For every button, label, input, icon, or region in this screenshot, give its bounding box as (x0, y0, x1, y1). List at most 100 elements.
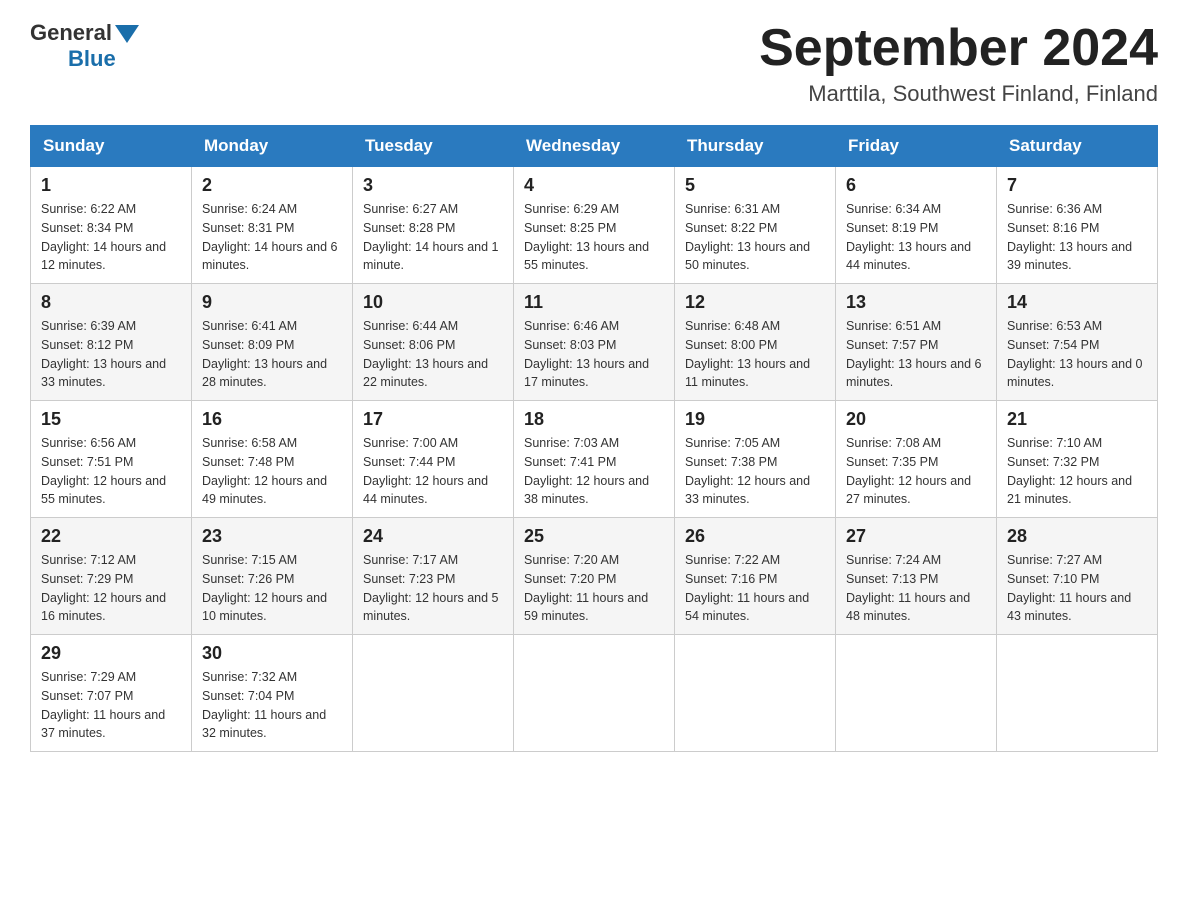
day-info: Sunrise: 6:48 AM Sunset: 8:00 PM Dayligh… (685, 317, 825, 392)
day-number: 4 (524, 175, 664, 196)
day-info: Sunrise: 7:03 AM Sunset: 7:41 PM Dayligh… (524, 434, 664, 509)
location-subtitle: Marttila, Southwest Finland, Finland (759, 81, 1158, 107)
day-number: 19 (685, 409, 825, 430)
calendar-cell: 8 Sunrise: 6:39 AM Sunset: 8:12 PM Dayli… (31, 284, 192, 401)
calendar-cell: 2 Sunrise: 6:24 AM Sunset: 8:31 PM Dayli… (192, 167, 353, 284)
day-info: Sunrise: 6:46 AM Sunset: 8:03 PM Dayligh… (524, 317, 664, 392)
day-number: 7 (1007, 175, 1147, 196)
day-number: 3 (363, 175, 503, 196)
day-number: 23 (202, 526, 342, 547)
day-info: Sunrise: 7:08 AM Sunset: 7:35 PM Dayligh… (846, 434, 986, 509)
col-monday: Monday (192, 126, 353, 167)
day-number: 5 (685, 175, 825, 196)
calendar-cell: 1 Sunrise: 6:22 AM Sunset: 8:34 PM Dayli… (31, 167, 192, 284)
day-number: 28 (1007, 526, 1147, 547)
col-tuesday: Tuesday (353, 126, 514, 167)
calendar-cell: 18 Sunrise: 7:03 AM Sunset: 7:41 PM Dayl… (514, 401, 675, 518)
day-number: 27 (846, 526, 986, 547)
month-year-title: September 2024 (759, 20, 1158, 77)
calendar-cell: 28 Sunrise: 7:27 AM Sunset: 7:10 PM Dayl… (997, 518, 1158, 635)
day-number: 26 (685, 526, 825, 547)
calendar-cell: 12 Sunrise: 6:48 AM Sunset: 8:00 PM Dayl… (675, 284, 836, 401)
day-info: Sunrise: 7:05 AM Sunset: 7:38 PM Dayligh… (685, 434, 825, 509)
calendar-cell (675, 635, 836, 752)
calendar-cell: 9 Sunrise: 6:41 AM Sunset: 8:09 PM Dayli… (192, 284, 353, 401)
day-number: 24 (363, 526, 503, 547)
calendar-cell: 13 Sunrise: 6:51 AM Sunset: 7:57 PM Dayl… (836, 284, 997, 401)
day-number: 21 (1007, 409, 1147, 430)
day-info: Sunrise: 6:44 AM Sunset: 8:06 PM Dayligh… (363, 317, 503, 392)
day-info: Sunrise: 7:32 AM Sunset: 7:04 PM Dayligh… (202, 668, 342, 743)
calendar-cell (353, 635, 514, 752)
day-info: Sunrise: 6:22 AM Sunset: 8:34 PM Dayligh… (41, 200, 181, 275)
day-info: Sunrise: 7:15 AM Sunset: 7:26 PM Dayligh… (202, 551, 342, 626)
logo-text: General (30, 20, 139, 46)
day-info: Sunrise: 7:24 AM Sunset: 7:13 PM Dayligh… (846, 551, 986, 626)
calendar-cell: 11 Sunrise: 6:46 AM Sunset: 8:03 PM Dayl… (514, 284, 675, 401)
calendar-cell: 25 Sunrise: 7:20 AM Sunset: 7:20 PM Dayl… (514, 518, 675, 635)
day-number: 6 (846, 175, 986, 196)
day-number: 22 (41, 526, 181, 547)
day-info: Sunrise: 6:56 AM Sunset: 7:51 PM Dayligh… (41, 434, 181, 509)
calendar-cell: 20 Sunrise: 7:08 AM Sunset: 7:35 PM Dayl… (836, 401, 997, 518)
day-info: Sunrise: 6:29 AM Sunset: 8:25 PM Dayligh… (524, 200, 664, 275)
calendar-cell: 15 Sunrise: 6:56 AM Sunset: 7:51 PM Dayl… (31, 401, 192, 518)
day-number: 29 (41, 643, 181, 664)
day-number: 13 (846, 292, 986, 313)
day-info: Sunrise: 7:22 AM Sunset: 7:16 PM Dayligh… (685, 551, 825, 626)
calendar-cell (997, 635, 1158, 752)
logo: General Blue (30, 20, 139, 72)
day-info: Sunrise: 7:10 AM Sunset: 7:32 PM Dayligh… (1007, 434, 1147, 509)
day-number: 14 (1007, 292, 1147, 313)
day-number: 20 (846, 409, 986, 430)
calendar-cell: 22 Sunrise: 7:12 AM Sunset: 7:29 PM Dayl… (31, 518, 192, 635)
calendar-cell (836, 635, 997, 752)
calendar-cell: 24 Sunrise: 7:17 AM Sunset: 7:23 PM Dayl… (353, 518, 514, 635)
day-info: Sunrise: 7:17 AM Sunset: 7:23 PM Dayligh… (363, 551, 503, 626)
day-info: Sunrise: 6:27 AM Sunset: 8:28 PM Dayligh… (363, 200, 503, 275)
day-number: 15 (41, 409, 181, 430)
week-row-5: 29 Sunrise: 7:29 AM Sunset: 7:07 PM Dayl… (31, 635, 1158, 752)
day-number: 2 (202, 175, 342, 196)
col-saturday: Saturday (997, 126, 1158, 167)
day-number: 25 (524, 526, 664, 547)
day-number: 18 (524, 409, 664, 430)
day-number: 30 (202, 643, 342, 664)
day-info: Sunrise: 6:53 AM Sunset: 7:54 PM Dayligh… (1007, 317, 1147, 392)
day-info: Sunrise: 6:34 AM Sunset: 8:19 PM Dayligh… (846, 200, 986, 275)
day-info: Sunrise: 7:20 AM Sunset: 7:20 PM Dayligh… (524, 551, 664, 626)
calendar-cell: 26 Sunrise: 7:22 AM Sunset: 7:16 PM Dayl… (675, 518, 836, 635)
col-friday: Friday (836, 126, 997, 167)
calendar-cell: 27 Sunrise: 7:24 AM Sunset: 7:13 PM Dayl… (836, 518, 997, 635)
day-number: 9 (202, 292, 342, 313)
day-number: 17 (363, 409, 503, 430)
day-info: Sunrise: 7:27 AM Sunset: 7:10 PM Dayligh… (1007, 551, 1147, 626)
calendar-cell: 29 Sunrise: 7:29 AM Sunset: 7:07 PM Dayl… (31, 635, 192, 752)
day-info: Sunrise: 6:41 AM Sunset: 8:09 PM Dayligh… (202, 317, 342, 392)
day-info: Sunrise: 6:51 AM Sunset: 7:57 PM Dayligh… (846, 317, 986, 392)
calendar-cell: 17 Sunrise: 7:00 AM Sunset: 7:44 PM Dayl… (353, 401, 514, 518)
day-info: Sunrise: 6:24 AM Sunset: 8:31 PM Dayligh… (202, 200, 342, 275)
day-number: 1 (41, 175, 181, 196)
day-number: 10 (363, 292, 503, 313)
day-number: 11 (524, 292, 664, 313)
col-sunday: Sunday (31, 126, 192, 167)
col-thursday: Thursday (675, 126, 836, 167)
calendar-cell: 30 Sunrise: 7:32 AM Sunset: 7:04 PM Dayl… (192, 635, 353, 752)
calendar-cell: 14 Sunrise: 6:53 AM Sunset: 7:54 PM Dayl… (997, 284, 1158, 401)
calendar-cell: 5 Sunrise: 6:31 AM Sunset: 8:22 PM Dayli… (675, 167, 836, 284)
week-row-1: 1 Sunrise: 6:22 AM Sunset: 8:34 PM Dayli… (31, 167, 1158, 284)
title-area: September 2024 Marttila, Southwest Finla… (759, 20, 1158, 107)
calendar-cell: 4 Sunrise: 6:29 AM Sunset: 8:25 PM Dayli… (514, 167, 675, 284)
day-info: Sunrise: 6:36 AM Sunset: 8:16 PM Dayligh… (1007, 200, 1147, 275)
logo-arrow-icon (115, 25, 139, 43)
calendar-cell: 16 Sunrise: 6:58 AM Sunset: 7:48 PM Dayl… (192, 401, 353, 518)
day-number: 8 (41, 292, 181, 313)
calendar-header-row: Sunday Monday Tuesday Wednesday Thursday… (31, 126, 1158, 167)
logo-general-text: General (30, 20, 112, 46)
day-number: 12 (685, 292, 825, 313)
day-info: Sunrise: 7:29 AM Sunset: 7:07 PM Dayligh… (41, 668, 181, 743)
col-wednesday: Wednesday (514, 126, 675, 167)
day-info: Sunrise: 6:31 AM Sunset: 8:22 PM Dayligh… (685, 200, 825, 275)
day-info: Sunrise: 6:58 AM Sunset: 7:48 PM Dayligh… (202, 434, 342, 509)
